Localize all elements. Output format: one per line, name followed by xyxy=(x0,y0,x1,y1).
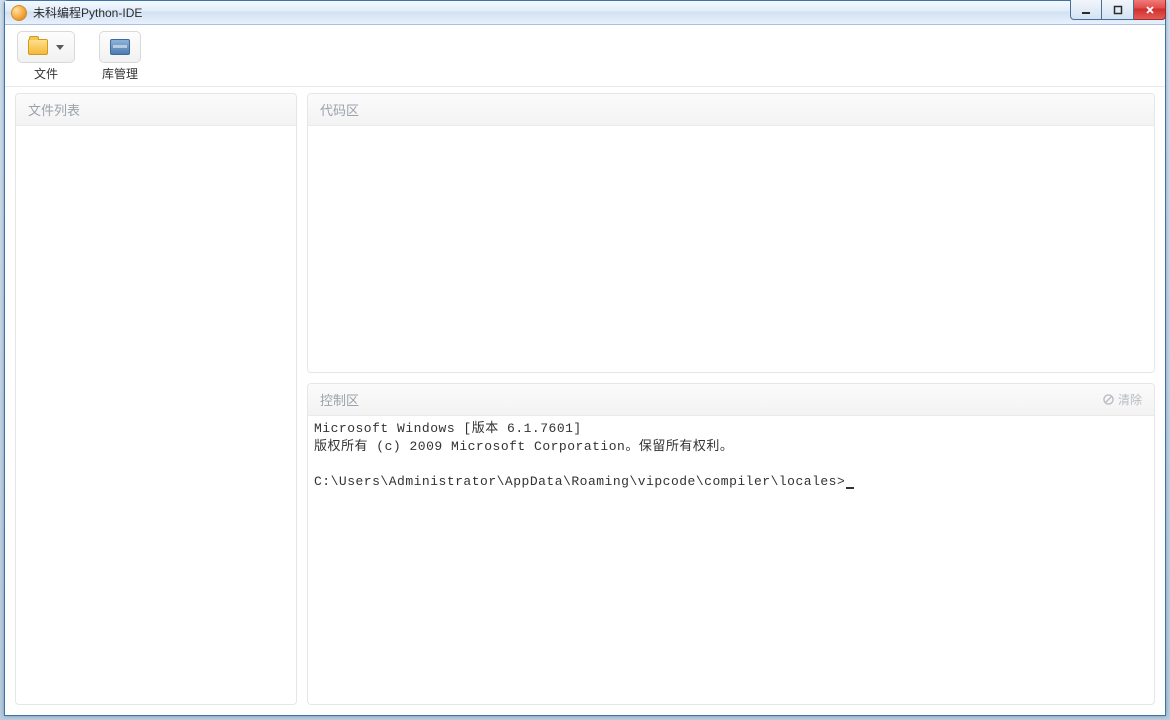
console-panel-title: 控制区 xyxy=(320,390,359,409)
minimize-button[interactable] xyxy=(1070,0,1102,20)
chevron-down-icon xyxy=(56,45,64,50)
code-panel: 代码区 xyxy=(307,93,1155,373)
code-panel-header: 代码区 xyxy=(308,94,1154,126)
clear-button[interactable]: 清除 xyxy=(1103,391,1142,408)
clear-label: 清除 xyxy=(1118,391,1142,408)
toolbar: 文件 库管理 xyxy=(5,25,1165,87)
clear-icon xyxy=(1103,394,1114,405)
maximize-button[interactable] xyxy=(1102,0,1134,20)
file-button[interactable] xyxy=(17,31,75,63)
drawer-icon xyxy=(110,39,130,55)
code-panel-title: 代码区 xyxy=(320,100,359,119)
titlebar[interactable]: 未科编程Python-IDE xyxy=(5,1,1165,25)
folder-icon xyxy=(28,39,48,55)
content-area: 文件列表 代码区 控制区 清除 xyxy=(5,87,1165,715)
console-panel-header: 控制区 清除 xyxy=(308,384,1154,416)
console-output: Microsoft Windows [版本 6.1.7601] 版权所有 (c)… xyxy=(308,416,1154,494)
files-panel-title: 文件列表 xyxy=(28,100,80,119)
console-body[interactable]: Microsoft Windows [版本 6.1.7601] 版权所有 (c)… xyxy=(308,416,1154,704)
console-line: 版权所有 (c) 2009 Microsoft Corporation。保留所有… xyxy=(314,439,733,454)
right-column: 代码区 控制区 清除 Microsoft Windows [ xyxy=(307,93,1155,705)
file-label: 文件 xyxy=(34,65,58,82)
close-button[interactable] xyxy=(1134,0,1166,20)
files-panel: 文件列表 xyxy=(15,93,297,705)
window-controls xyxy=(1070,0,1166,20)
console-line: Microsoft Windows [版本 6.1.7601] xyxy=(314,421,582,436)
console-prompt: C:\Users\Administrator\AppData\Roaming\v… xyxy=(314,474,845,489)
file-group: 文件 xyxy=(17,31,75,82)
cursor xyxy=(846,487,854,489)
code-editor[interactable] xyxy=(308,126,1154,372)
app-window: 未科编程Python-IDE 文件 库管理 xyxy=(4,0,1166,716)
console-panel: 控制区 清除 Microsoft Windows [版本 6.1.7601] 版… xyxy=(307,383,1155,705)
files-panel-header: 文件列表 xyxy=(16,94,296,126)
lib-label: 库管理 xyxy=(102,65,138,82)
app-icon xyxy=(11,5,27,21)
files-panel-body[interactable] xyxy=(16,126,296,704)
window-title: 未科编程Python-IDE xyxy=(33,4,142,21)
lib-group: 库管理 xyxy=(99,31,141,82)
lib-button[interactable] xyxy=(99,31,141,63)
